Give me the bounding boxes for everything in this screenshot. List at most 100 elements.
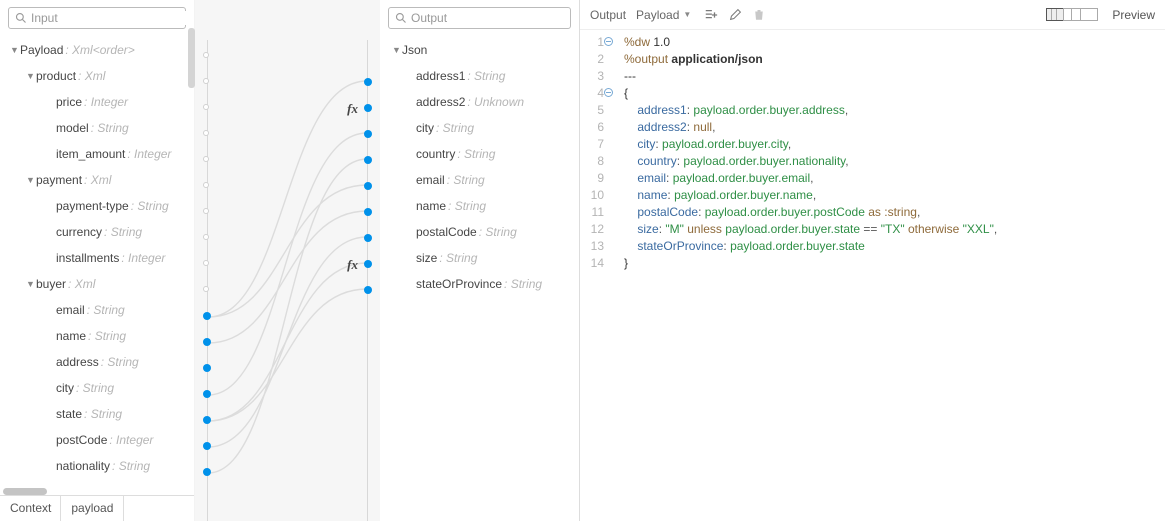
- tree-type: Xml: [84, 173, 111, 187]
- tree-type: String: [87, 303, 125, 317]
- mapping-target-dot[interactable]: [364, 208, 372, 216]
- mapping-source-dot[interactable]: [203, 416, 211, 424]
- input-panel: ▼ Payload Xml<order> ▼productXmlpriceInt…: [0, 0, 195, 521]
- output-label: Output: [590, 8, 626, 22]
- mapping-rail-dot[interactable]: [203, 130, 209, 136]
- tree-row-price[interactable]: priceInteger: [4, 89, 194, 115]
- tab-payload[interactable]: payload: [60, 496, 124, 521]
- mapping-rail-dot[interactable]: [203, 78, 209, 84]
- tree-type: String: [112, 459, 150, 473]
- mapping-source-dot[interactable]: [203, 442, 211, 450]
- tree-type: String: [439, 251, 477, 265]
- mapping-rail-dot[interactable]: [203, 104, 209, 110]
- tree-type: String: [84, 407, 122, 421]
- layout-3col-icon[interactable]: [1046, 8, 1064, 21]
- edit-icon[interactable]: [727, 7, 743, 23]
- tree-row-model[interactable]: modelString: [4, 115, 194, 141]
- payload-dropdown[interactable]: Payload: [636, 8, 679, 22]
- tree-row-size[interactable]: sizeString: [384, 245, 579, 271]
- tree-row-address2[interactable]: address2Unknown: [384, 89, 579, 115]
- caret-down-icon: ▼: [26, 279, 36, 289]
- tree-row-state[interactable]: stateString: [4, 401, 194, 427]
- tree-row-buyer[interactable]: ▼buyerXml: [4, 271, 194, 297]
- tree-row-installments[interactable]: installmentsInteger: [4, 245, 194, 271]
- tree-label: installments: [56, 251, 119, 265]
- mapping-source-dot[interactable]: [203, 338, 211, 346]
- tree-row-address1[interactable]: address1String: [384, 63, 579, 89]
- tree-row-name[interactable]: nameString: [384, 193, 579, 219]
- mapping-source-dot[interactable]: [203, 468, 211, 476]
- layout-1col-icon[interactable]: [1080, 8, 1098, 21]
- tree-label: city: [416, 121, 434, 135]
- output-search[interactable]: [388, 7, 571, 29]
- mapping-rail-dot[interactable]: [203, 208, 209, 214]
- tree-label: buyer: [36, 277, 66, 291]
- tree-row-item_amount[interactable]: item_amountInteger: [4, 141, 194, 167]
- tree-row-stateOrProvince[interactable]: stateOrProvinceString: [384, 271, 579, 297]
- tree-row-email[interactable]: emailString: [4, 297, 194, 323]
- tree-type: String: [504, 277, 542, 291]
- tree-row-city[interactable]: cityString: [4, 375, 194, 401]
- tree-row-currency[interactable]: currencyString: [4, 219, 194, 245]
- mapping-target-dot[interactable]: [364, 234, 372, 242]
- tree-type: String: [447, 173, 485, 187]
- tab-context[interactable]: Context: [0, 496, 61, 521]
- mapping-rail-dot[interactable]: [203, 156, 209, 162]
- tree-type: Xml<order>: [65, 43, 134, 57]
- vertical-scrollbar[interactable]: [188, 28, 195, 88]
- tree-label: postCode: [56, 433, 107, 447]
- tree-label: Payload: [20, 43, 63, 57]
- mapping-target-dot[interactable]: [364, 286, 372, 294]
- mapping-rail-dot[interactable]: [203, 52, 209, 58]
- tree-label: price: [56, 95, 82, 109]
- caret-down-icon: ▼: [26, 175, 36, 185]
- mapping-rail-dot[interactable]: [203, 234, 209, 240]
- code-body[interactable]: %dw 1.0 %output application/json --- { a…: [610, 34, 997, 521]
- mapping-source-dot[interactable]: [203, 364, 211, 372]
- output-tree: ▼ Json address1Stringaddress2Unknowncity…: [380, 35, 579, 297]
- tree-row-nationality[interactable]: nationalityString: [4, 453, 194, 479]
- layout-2col-icon[interactable]: [1063, 8, 1081, 21]
- input-search[interactable]: [8, 7, 186, 29]
- tree-row-address[interactable]: addressString: [4, 349, 194, 375]
- tree-row-city[interactable]: cityString: [384, 115, 579, 141]
- mapping-target-dot[interactable]: [364, 104, 372, 112]
- fx-icon[interactable]: fx: [347, 101, 358, 117]
- tree-row-postalCode[interactable]: postalCodeString: [384, 219, 579, 245]
- mapping-target-dot[interactable]: [364, 130, 372, 138]
- mapping-target-dot[interactable]: [364, 260, 372, 268]
- line-gutter: 1 23 4 5678 9101112 1314: [580, 34, 610, 521]
- tree-row-country[interactable]: countryString: [384, 141, 579, 167]
- mapping-rail-dot[interactable]: [203, 260, 209, 266]
- search-icon: [395, 12, 407, 24]
- tree-row-product[interactable]: ▼productXml: [4, 63, 194, 89]
- output-tree-panel: ▼ Json address1Stringaddress2Unknowncity…: [380, 0, 579, 521]
- tree-row-email[interactable]: emailString: [384, 167, 579, 193]
- tree-row-name[interactable]: nameString: [4, 323, 194, 349]
- output-search-field[interactable]: [407, 11, 566, 25]
- mapping-target-dot[interactable]: [364, 182, 372, 190]
- tree-row-payment-type[interactable]: payment-typeString: [4, 193, 194, 219]
- mapping-rail-dot[interactable]: [203, 286, 209, 292]
- tree-root-payload[interactable]: ▼ Payload Xml<order>: [4, 37, 194, 63]
- mapping-target-dot[interactable]: [364, 78, 372, 86]
- fold-icon[interactable]: [604, 37, 613, 46]
- trash-icon[interactable]: [751, 7, 767, 23]
- mapping-rail-dot[interactable]: [203, 182, 209, 188]
- code-editor[interactable]: 1 23 4 5678 9101112 1314 %dw 1.0 %output…: [580, 30, 1165, 521]
- horizontal-scrollbar[interactable]: [3, 488, 47, 495]
- fold-icon[interactable]: [604, 88, 613, 97]
- tree-label: address: [56, 355, 99, 369]
- mapping-source-dot[interactable]: [203, 312, 211, 320]
- mapping-source-dot[interactable]: [203, 390, 211, 398]
- mapping-panel: fx fx: [195, 0, 380, 521]
- add-list-icon[interactable]: [703, 7, 719, 23]
- tree-root-json[interactable]: ▼ Json: [384, 37, 579, 63]
- search-icon: [15, 12, 27, 24]
- preview-button[interactable]: Preview: [1112, 8, 1155, 22]
- input-search-field[interactable]: [27, 11, 186, 25]
- mapping-target-dot[interactable]: [364, 156, 372, 164]
- fx-icon[interactable]: fx: [347, 257, 358, 273]
- tree-row-payment[interactable]: ▼paymentXml: [4, 167, 194, 193]
- tree-row-postCode[interactable]: postCodeInteger: [4, 427, 194, 453]
